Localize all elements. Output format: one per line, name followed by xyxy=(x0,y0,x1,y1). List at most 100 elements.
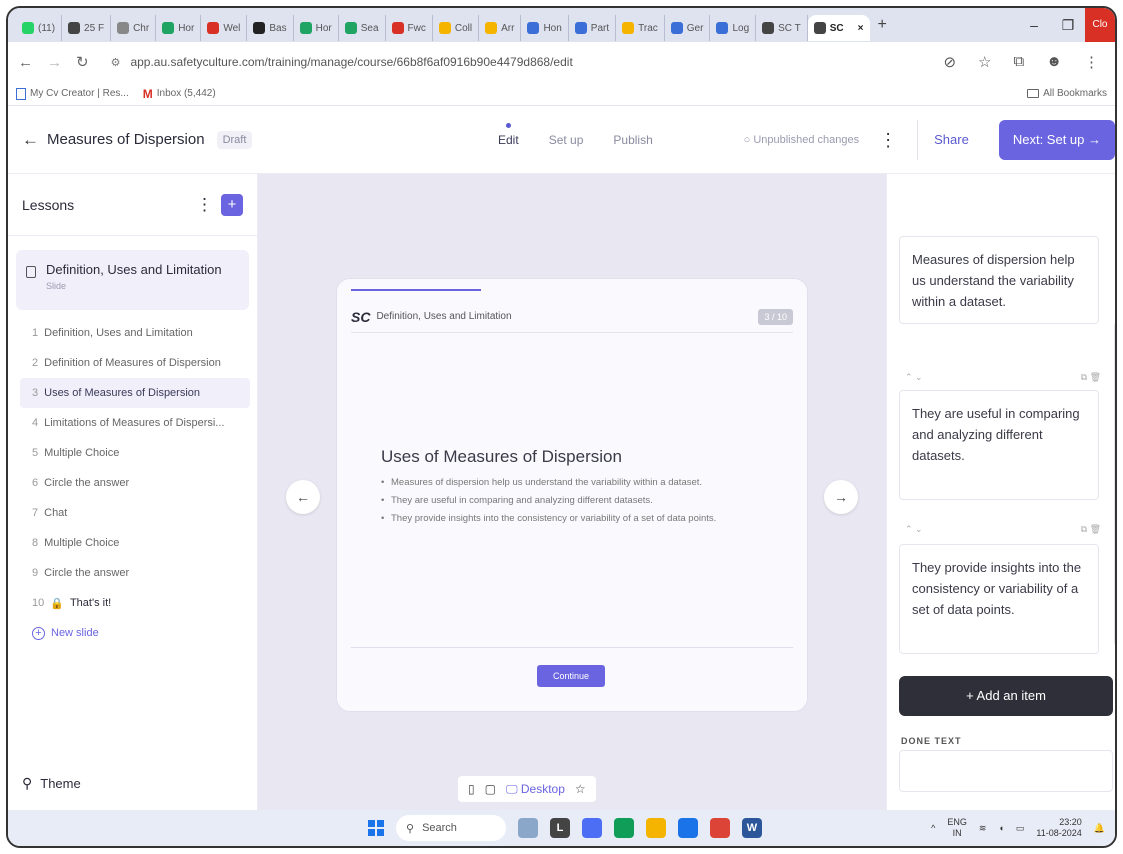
list-item-editor[interactable]: They are useful in comparing and analyzi… xyxy=(899,390,1099,500)
file-explorer-icon[interactable] xyxy=(646,818,666,838)
browser-tab[interactable]: (11) xyxy=(16,15,63,41)
bookmark-item[interactable]: M Inbox (5,442) xyxy=(143,87,216,101)
back-arrow-icon[interactable]: ← xyxy=(18,54,33,71)
volume-icon[interactable]: ◖ xyxy=(998,823,1003,833)
theme-button[interactable]: ⚲ Theme xyxy=(22,775,81,792)
slide-number: 5 xyxy=(32,447,39,459)
browser-tab[interactable]: Arr xyxy=(479,15,522,41)
mail-icon[interactable] xyxy=(678,818,698,838)
mobile-icon[interactable]: ▯ xyxy=(468,782,475,796)
profile-avatar[interactable]: ☻ xyxy=(1046,53,1062,71)
url-text: app.au.safetyculture.com/training/manage… xyxy=(130,55,573,69)
browser-tab[interactable]: Coll xyxy=(433,15,480,41)
chrome-icon[interactable] xyxy=(710,818,730,838)
slide-item[interactable]: 7 Chat xyxy=(20,498,250,528)
browser-menu-icon[interactable]: ⋮ xyxy=(1084,53,1099,71)
next-setup-button[interactable]: Next: Set up → xyxy=(998,120,1115,160)
new-tab-button[interactable]: + xyxy=(870,16,895,34)
share-button[interactable]: Share xyxy=(917,120,985,160)
copy-delete-icons[interactable]: ⧉ 🗑 xyxy=(1081,524,1101,538)
reorder-arrows-icon[interactable]: ⌃ ⌄ xyxy=(905,372,923,386)
url-field[interactable]: ⚙ app.au.safetyculture.com/training/mana… xyxy=(103,47,930,77)
copilot-icon[interactable] xyxy=(582,818,602,838)
add-item-button[interactable]: + Add an item xyxy=(899,676,1113,716)
browser-tab[interactable]: Fwc xyxy=(386,15,433,41)
back-arrow-icon[interactable]: ← xyxy=(22,130,39,150)
slide-item[interactable]: 4 Limitations of Measures of Dispersi... xyxy=(20,408,250,438)
bookmark-star-icon[interactable]: ☆ xyxy=(978,53,991,71)
edge-icon[interactable] xyxy=(614,818,634,838)
windows-start-icon[interactable] xyxy=(368,820,384,836)
bookmark-item[interactable]: My Cv Creator | Res... xyxy=(16,87,129,100)
slide-item[interactable]: 9 Circle the answer xyxy=(20,558,250,588)
list-item-editor[interactable]: Measures of dispersion help us understan… xyxy=(899,236,1099,324)
app-icon xyxy=(574,22,587,34)
item-controls: ⌃ ⌄ ⧉ 🗑 xyxy=(905,524,1101,538)
browser-tab[interactable]: Trac xyxy=(616,15,665,41)
browser-tab[interactable]: 25 F xyxy=(62,15,112,41)
slide-item[interactable]: 8 Multiple Choice xyxy=(20,528,250,558)
restore-icon[interactable]: ❐ xyxy=(1051,17,1085,34)
next-slide-arrow-icon[interactable]: → xyxy=(824,480,858,514)
slide-item[interactable]: 2 Definition of Measures of Dispersion xyxy=(20,348,250,378)
active-browser-tab[interactable]: SC × xyxy=(807,15,870,41)
reorder-arrows-icon[interactable]: ⌃ ⌄ xyxy=(905,524,923,538)
minimize-icon[interactable]: – xyxy=(1017,17,1051,33)
chevron-up-icon[interactable]: ^ xyxy=(931,823,935,833)
browser-tab[interactable]: Hor xyxy=(156,15,202,41)
step-edit[interactable]: Edit xyxy=(498,123,519,147)
notification-bell-icon[interactable]: 🔔 xyxy=(1094,823,1105,834)
all-bookmarks-button[interactable]: All Bookmarks xyxy=(1027,88,1107,99)
lessons-menu-icon[interactable]: ⋮ xyxy=(196,195,213,215)
browser-tab[interactable]: SC T xyxy=(756,15,808,41)
word-icon[interactable]: W xyxy=(742,818,762,838)
site-info-icon[interactable]: ⚙ xyxy=(111,56,121,69)
lesson-item[interactable]: Definition, Uses and Limitation Slide xyxy=(16,250,249,310)
done-text-input[interactable] xyxy=(899,750,1113,792)
add-lesson-button[interactable]: + xyxy=(221,193,243,216)
eye-off-icon[interactable]: ⊘ xyxy=(943,53,956,71)
browser-tab[interactable]: Ger xyxy=(665,15,711,41)
copy-delete-icons[interactable]: ⧉ 🗑 xyxy=(1081,372,1101,386)
slide-item[interactable]: 10 🔒 That's it! xyxy=(20,588,250,618)
reload-icon[interactable]: ↻ xyxy=(76,53,89,71)
close-window-button[interactable]: Clo xyxy=(1085,8,1115,42)
list-item-editor[interactable]: They provide insights into the consisten… xyxy=(899,544,1099,654)
browser-tab[interactable]: Bas xyxy=(247,15,294,41)
step-setup[interactable]: Set up xyxy=(549,133,584,147)
step-publish[interactable]: Publish xyxy=(613,133,652,147)
time: 23:20 xyxy=(1059,817,1082,827)
wifi-icon[interactable]: ≋ xyxy=(979,823,987,834)
more-options-icon[interactable]: ⋮ xyxy=(873,130,903,151)
continue-button[interactable]: Continue xyxy=(537,665,605,687)
browser-tab[interactable]: Hon xyxy=(521,15,569,41)
tablet-icon[interactable]: ▢ xyxy=(485,782,496,796)
browser-tab[interactable]: Chr xyxy=(111,15,157,41)
taskbar-search[interactable]: ⚲ Search xyxy=(396,815,506,841)
date: 11-08-2024 xyxy=(1036,828,1082,838)
browser-tab[interactable]: Sea xyxy=(339,15,386,41)
browser-tab[interactable]: Wel xyxy=(201,15,248,41)
scrollbar[interactable] xyxy=(1114,324,1115,644)
slide-item[interactable]: 1 Definition, Uses and Limitation xyxy=(20,318,250,348)
tab-label: SC xyxy=(829,22,844,34)
new-slide-button[interactable]: + New slide xyxy=(8,618,257,648)
star-icon[interactable]: ☆ xyxy=(575,782,586,796)
desktop-view-button[interactable]: 🖵 Desktop xyxy=(506,782,565,797)
language-indicator[interactable]: ENG IN xyxy=(947,817,967,839)
lesson-text: Definition, Uses and Limitation Slide xyxy=(46,262,222,291)
app-l-icon[interactable]: L xyxy=(550,818,570,838)
slide-item[interactable]: 6 Circle the answer xyxy=(20,468,250,498)
prev-slide-arrow-icon[interactable]: ← xyxy=(286,480,320,514)
browser-tab[interactable]: Hor xyxy=(294,15,339,41)
widgets-icon[interactable] xyxy=(518,818,538,838)
slide-item[interactable]: 5 Multiple Choice xyxy=(20,438,250,468)
battery-icon[interactable]: ▭ xyxy=(1016,823,1025,834)
browser-tab[interactable]: Part xyxy=(569,15,617,41)
browser-tab[interactable]: Log xyxy=(710,15,757,41)
close-tab-icon[interactable]: × xyxy=(858,23,864,34)
clock[interactable]: 23:20 11-08-2024 xyxy=(1036,817,1081,839)
slide-item-selected[interactable]: 3 Uses of Measures of Dispersion xyxy=(20,378,250,408)
forward-arrow-icon[interactable]: → xyxy=(47,54,62,71)
extensions-icon[interactable]: ⧉ xyxy=(1013,53,1024,71)
